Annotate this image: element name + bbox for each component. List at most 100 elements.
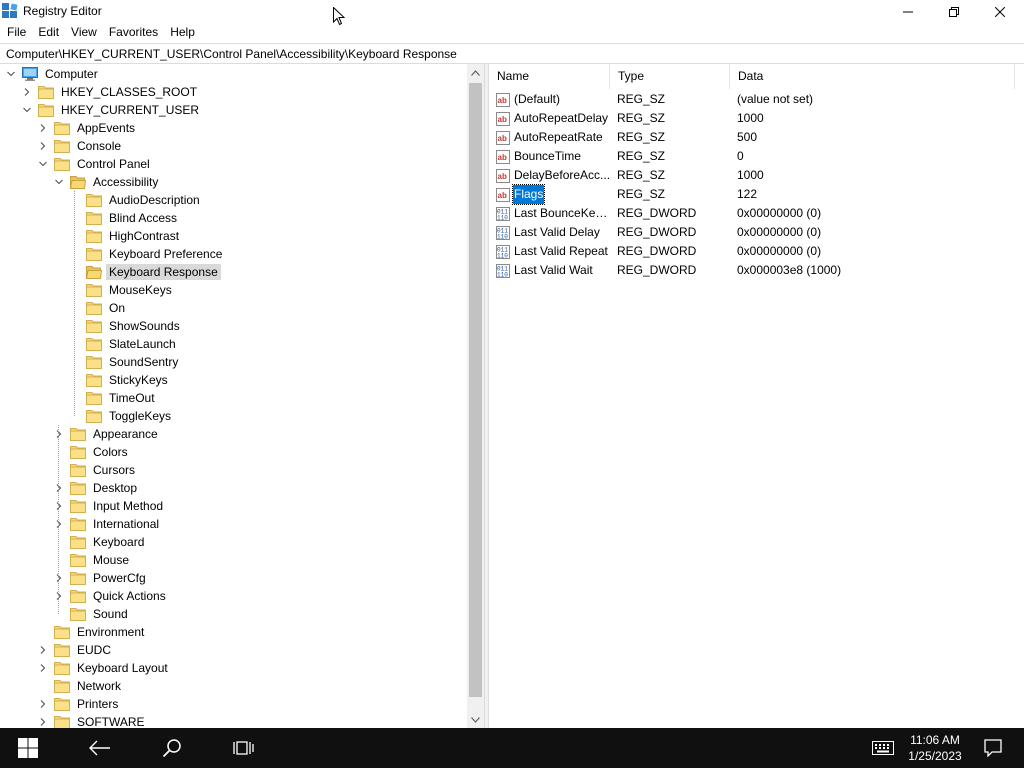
chevron-right-icon[interactable] [38, 717, 48, 727]
value-row[interactable]: ab Flags REG_SZ 122 [489, 184, 1024, 205]
tree-item[interactable]: AudioDescription [70, 191, 203, 209]
search-button[interactable] [148, 728, 196, 768]
tree-item[interactable]: Control Panel [38, 155, 153, 173]
task-view-icon [233, 741, 254, 755]
tree-item[interactable]: EUDC [38, 641, 114, 659]
tree-item[interactable]: Blind Access [70, 209, 180, 227]
value-row[interactable]: ab AutoRepeatRate REG_SZ 500 [489, 128, 1024, 147]
key-tree[interactable]: Computer HKEY_CLASSES_ROOT HKEY_CURRENT_US… [0, 64, 485, 728]
tree-item[interactable]: TimeOut [70, 389, 158, 407]
chevron-down-icon[interactable] [6, 69, 16, 79]
tree-item[interactable]: HighContrast [70, 227, 182, 245]
scroll-down-button[interactable] [467, 711, 484, 728]
folder-icon [70, 590, 86, 603]
value-row[interactable]: 011 110 Last Valid Wait REG_DWORD 0x000003e8… [489, 261, 1024, 280]
chevron-right-icon[interactable] [54, 573, 64, 583]
tree-item[interactable]: Environment [38, 623, 147, 641]
tree-item-label: Keyboard Response [106, 264, 221, 280]
tree-item[interactable]: HKEY_CURRENT_USER [22, 101, 202, 119]
chevron-right-icon[interactable] [38, 663, 48, 673]
scroll-up-button[interactable] [467, 64, 484, 81]
values-list[interactable]: Name Type Data ab (Default) REG_SZ (value n… [489, 64, 1024, 728]
tree-item[interactable]: ShowSounds [70, 317, 183, 335]
tree-item[interactable]: SoundSentry [70, 353, 181, 371]
close-button[interactable] [977, 0, 1023, 23]
chevron-down-icon[interactable] [54, 177, 64, 187]
tree-item[interactable]: Printers [38, 695, 121, 713]
tree-item[interactable]: Network [38, 677, 124, 695]
tree-item[interactable]: Computer [6, 65, 101, 83]
value-row[interactable]: 011 110 Last Valid Repeat REG_DWORD 0x000000… [489, 242, 1024, 261]
tree-item[interactable]: Keyboard [54, 533, 147, 551]
tree-item[interactable]: On [70, 299, 128, 317]
tree-item[interactable]: StickyKeys [70, 371, 171, 389]
value-row[interactable]: ab DelayBeforeAcc... REG_SZ 1000 [489, 166, 1024, 185]
menu-view[interactable]: View [65, 23, 103, 42]
column-header-data[interactable]: Data [730, 64, 1015, 89]
column-header-type[interactable]: Type [610, 64, 730, 89]
minimize-button[interactable] [885, 0, 931, 23]
tree-item[interactable]: PowerCfg [54, 569, 149, 587]
tree-item[interactable]: Keyboard Layout [38, 659, 171, 677]
tree-item[interactable]: SlateLaunch [70, 335, 179, 353]
value-row[interactable]: ab BounceTime REG_SZ 0 [489, 147, 1024, 166]
column-header-name[interactable]: Name [489, 64, 610, 89]
restore-button[interactable] [931, 0, 977, 23]
value-row[interactable]: ab (Default) REG_SZ (value not set) [489, 90, 1024, 109]
chevron-right-icon[interactable] [54, 429, 64, 439]
tree-item[interactable]: Accessibility [54, 173, 161, 191]
tree-item[interactable]: International [54, 515, 162, 533]
chevron-right-icon[interactable] [54, 501, 64, 511]
tree-item[interactable]: Keyboard Preference [70, 245, 225, 263]
chevron-down-icon[interactable] [38, 159, 48, 169]
start-button[interactable] [4, 728, 52, 768]
scroll-thumb[interactable] [469, 83, 482, 697]
chevron-right-icon[interactable] [38, 699, 48, 709]
tree-item[interactable]: Cursors [54, 461, 138, 479]
tree-item[interactable]: Console [38, 137, 124, 155]
notifications-button[interactable] [970, 728, 1016, 768]
menu-help[interactable]: Help [164, 23, 201, 42]
tree-item[interactable]: SOFTWARE [38, 713, 148, 728]
taskbar-clock[interactable]: 11:06 AM 1/25/2023 [900, 732, 970, 764]
chevron-right-icon[interactable] [54, 591, 64, 601]
tree-item-label: Sound [93, 607, 128, 621]
chevron-right-icon[interactable] [54, 483, 64, 493]
tree-item[interactable]: Sound [54, 605, 131, 623]
tree-item[interactable]: Input Method [54, 497, 166, 515]
chevron-right-icon[interactable] [54, 519, 64, 529]
value-row[interactable]: ab AutoRepeatDelay REG_SZ 1000 [489, 109, 1024, 128]
tree-scrollbar[interactable] [467, 64, 484, 728]
tree-item[interactable]: Colors [54, 443, 131, 461]
back-button[interactable] [76, 728, 124, 768]
folder-icon [54, 626, 70, 639]
chevron-right-icon[interactable] [22, 87, 32, 97]
tree-item[interactable]: AppEvents [38, 119, 138, 137]
tree-item[interactable]: MouseKeys [70, 281, 175, 299]
tree-item[interactable]: Desktop [54, 479, 140, 497]
folder-open-icon [70, 176, 86, 189]
chevron-down-icon[interactable] [22, 105, 32, 115]
tree-item[interactable]: HKEY_CLASSES_ROOT [22, 83, 200, 101]
menu-favorites[interactable]: Favorites [103, 23, 164, 42]
tree-item-label: SoundSentry [109, 355, 179, 369]
tree-item[interactable]: Appearance [54, 425, 161, 443]
tree-item[interactable]: ToggleKeys [70, 407, 174, 425]
tree-item[interactable]: Mouse [54, 551, 132, 569]
chevron-right-icon[interactable] [38, 123, 48, 133]
task-view-button[interactable] [220, 728, 268, 768]
value-row[interactable]: 011 110 Last Valid Delay REG_DWORD 0x0000000… [489, 223, 1024, 242]
tree-item[interactable]: Quick Actions [54, 587, 169, 605]
chevron-right-icon[interactable] [38, 645, 48, 655]
tree-item-label: TimeOut [109, 391, 155, 405]
address-path[interactable]: Computer\HKEY_CURRENT_USER\Control Panel… [6, 47, 457, 61]
value-row[interactable]: 011 110 Last BounceKey ... REG_DWORD 0x00000… [489, 204, 1024, 223]
title-bar[interactable]: Registry Editor [0, 0, 1024, 23]
menu-file[interactable]: File [1, 23, 32, 42]
tree-item[interactable]: Keyboard Response [70, 263, 221, 281]
chevron-right-icon[interactable] [38, 141, 48, 151]
folder-icon [86, 392, 102, 405]
menu-edit[interactable]: Edit [32, 23, 65, 42]
address-bar[interactable]: Computer\HKEY_CURRENT_USER\Control Panel… [0, 43, 1024, 64]
